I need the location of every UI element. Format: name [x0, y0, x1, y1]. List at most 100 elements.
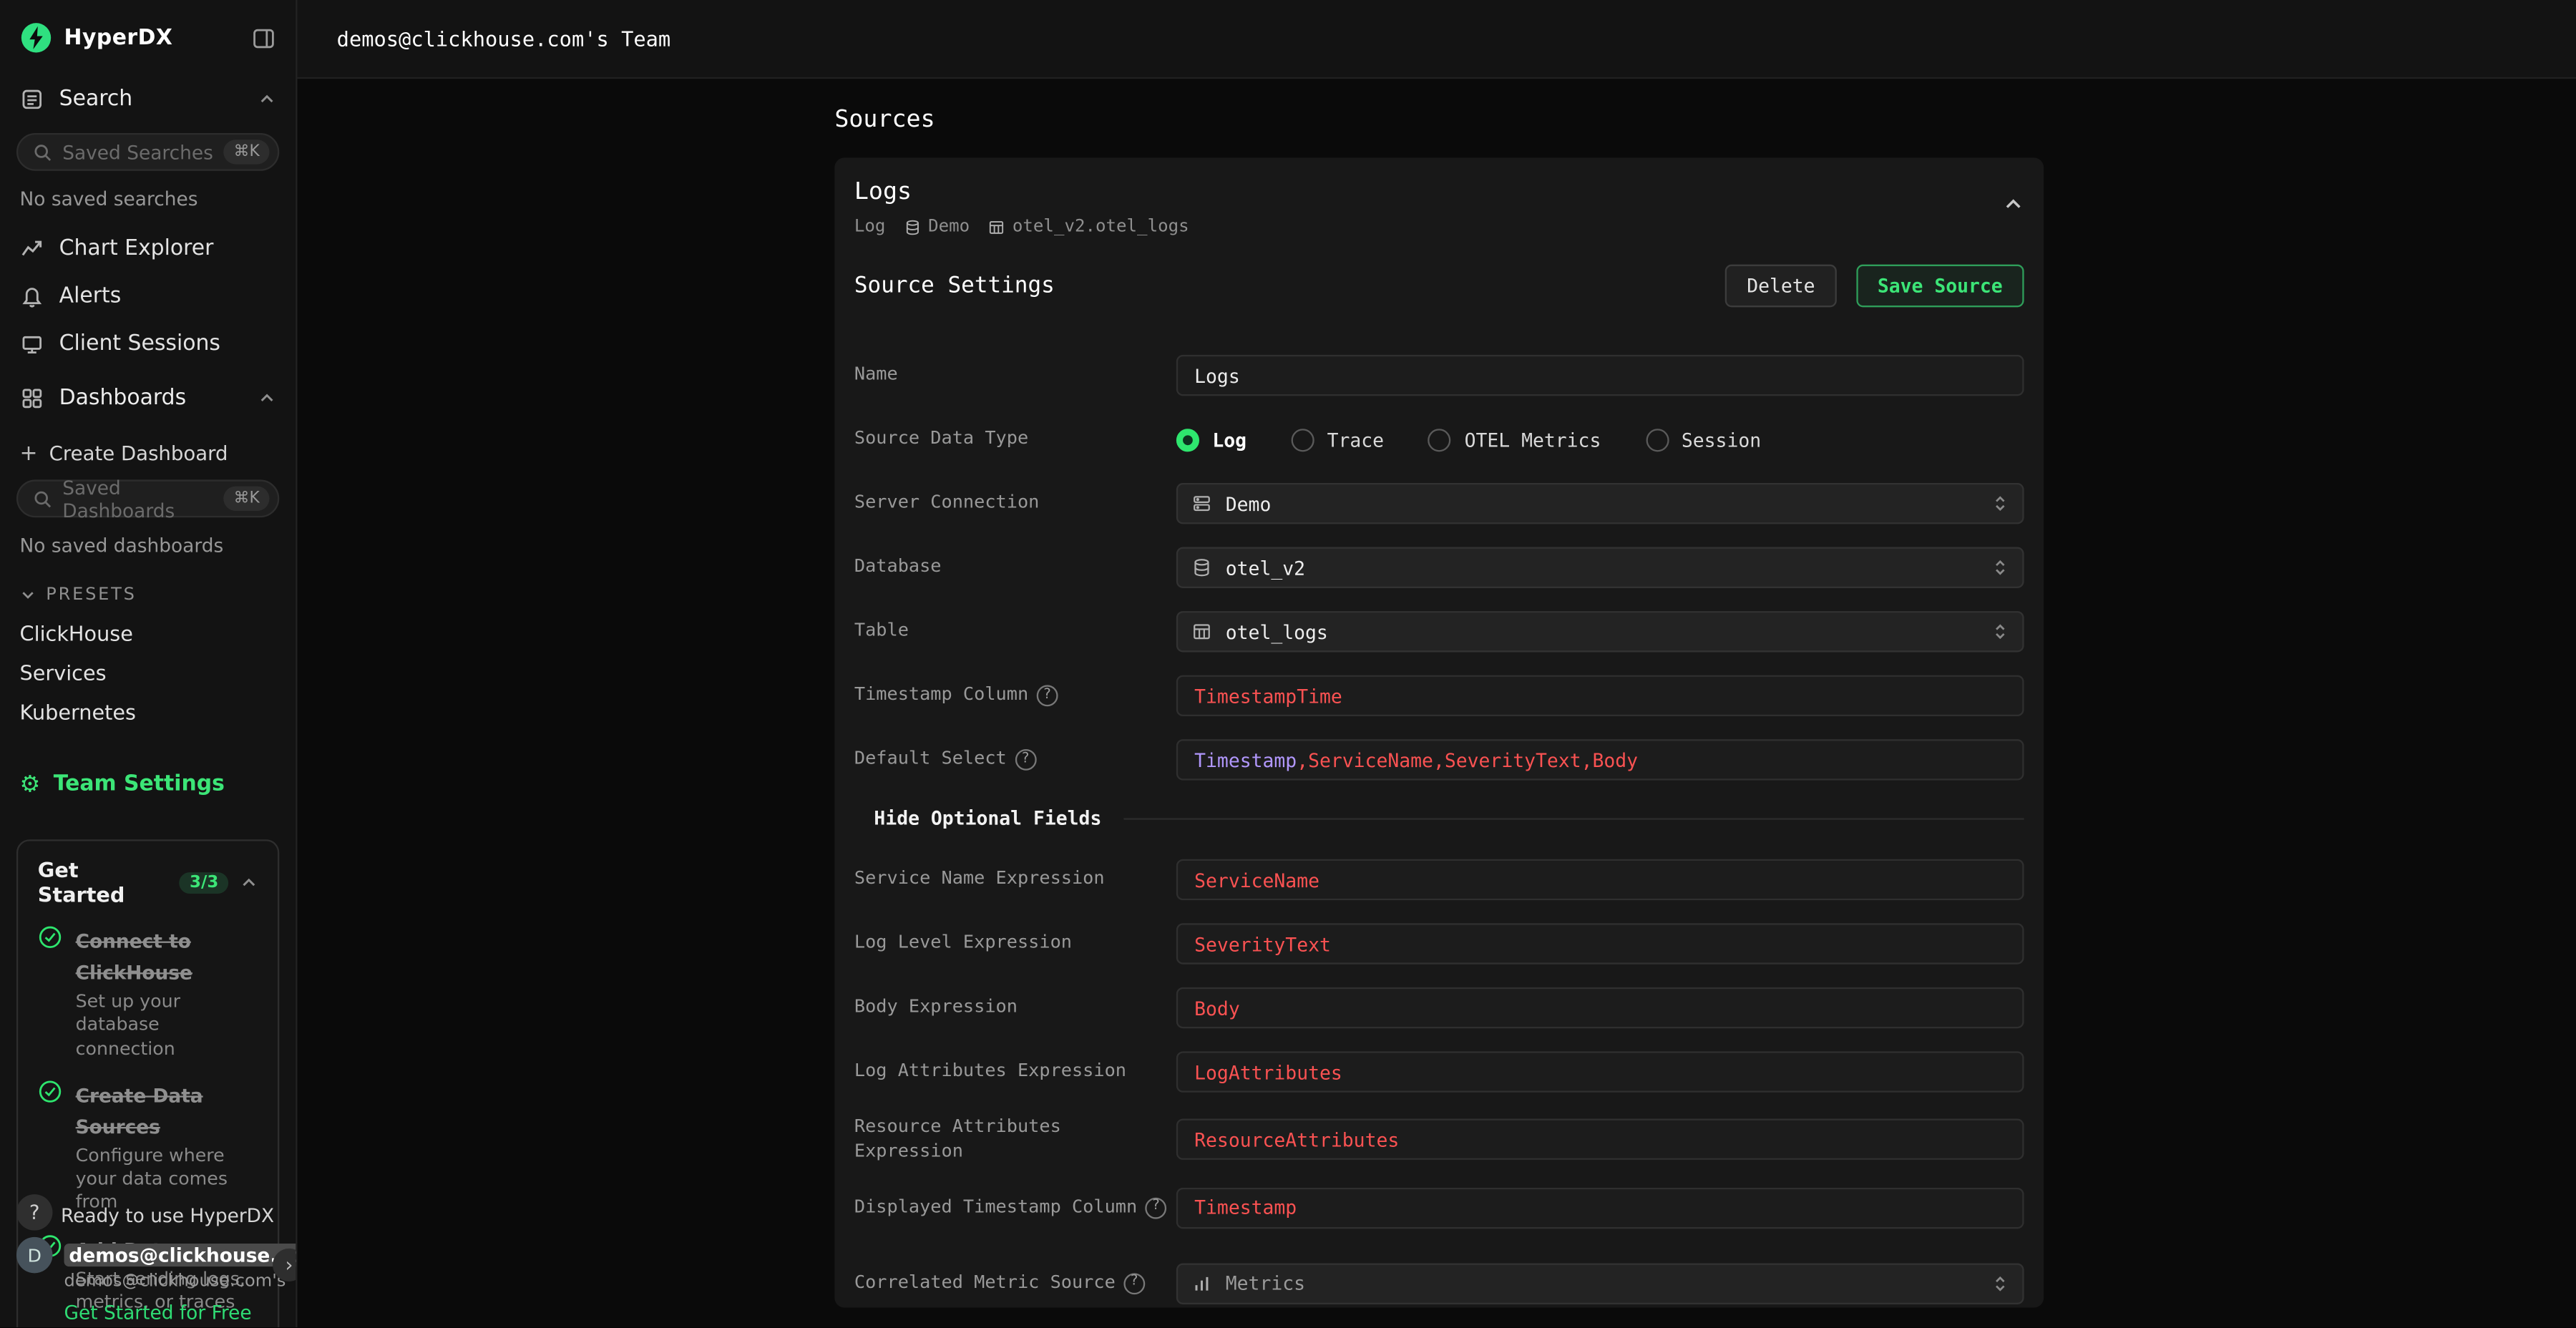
avatar[interactable]: D: [16, 1238, 53, 1274]
body-expression-input[interactable]: Body: [1176, 987, 2024, 1028]
service-name-expression-input[interactable]: ServiceName: [1176, 859, 2024, 900]
form-row-database: Database otel_v2: [834, 547, 2044, 588]
user-menu[interactable]: D demos@clickhouse.com demos@clickhouse.…: [0, 1233, 296, 1292]
radio-otel-metrics[interactable]: OTEL Metrics: [1428, 428, 1601, 451]
team-title: demos@clickhouse.com's Team: [337, 26, 671, 51]
sidebar-item-chart-explorer[interactable]: Chart Explorer: [0, 225, 296, 273]
sidebar-top: HyperDX: [0, 0, 296, 69]
sidebar-item-label: Alerts: [59, 284, 122, 308]
get-started-header[interactable]: Get Started 3/3: [38, 857, 258, 907]
get-started-title: Get Started: [38, 857, 168, 907]
form-row-log-level: Log Level Expression SeverityText: [834, 923, 2044, 964]
create-dashboard-button[interactable]: + Create Dashboard: [0, 429, 296, 477]
help-icon[interactable]: ?: [1015, 749, 1036, 771]
log-attributes-expression-label: Log Attributes Expression: [854, 1060, 1126, 1084]
step-title: Connect to ClickHouse: [76, 929, 192, 984]
select-chevrons-icon: [1991, 621, 2009, 643]
help-row: ? Ready to use HyperDX: [0, 1191, 296, 1232]
radio-log[interactable]: Log: [1176, 428, 1246, 451]
form-row-timestamp-column: Timestamp Column ? TimestampTime: [834, 675, 2044, 716]
help-icon[interactable]: ?: [1123, 1273, 1145, 1294]
help-icon[interactable]: ?: [1037, 685, 1058, 706]
source-card-header: Logs Log Demo: [834, 157, 2044, 236]
table-badge: otel_v2.otel_logs: [987, 217, 1189, 237]
preset-item-clickhouse[interactable]: ClickHouse: [0, 612, 296, 652]
server-icon: [1191, 493, 1213, 514]
sidebar-item-team-settings[interactable]: ⚙ Team Settings: [0, 757, 296, 811]
sidebar: HyperDX Search Saved Searches ⌘K No save…: [0, 0, 298, 1328]
sidebar-item-alerts[interactable]: Alerts: [0, 273, 296, 321]
ready-text: Ready to use HyperDX: [61, 1205, 274, 1231]
select-chevrons-icon: [1991, 557, 2009, 578]
table-select[interactable]: otel_logs: [1176, 611, 2024, 652]
gear-icon: ⚙: [20, 773, 41, 796]
preset-item-services[interactable]: Services: [0, 652, 296, 691]
user-email: demos@clickhouse.com: [64, 1244, 298, 1267]
radio-dot: [1291, 428, 1314, 451]
saved-searches-placeholder: Saved Searches: [62, 140, 214, 163]
presets-toggle[interactable]: PRESETS: [0, 572, 296, 612]
displayed-timestamp-column-input[interactable]: Timestamp: [1176, 1187, 2024, 1228]
main-area: demos@clickhouse.com's Team Sources Logs…: [298, 0, 2576, 1328]
chevron-up-icon[interactable]: [240, 873, 258, 891]
default-select-input[interactable]: Timestamp,ServiceName,SeverityText,Body: [1176, 739, 2024, 780]
sidebar-item-client-sessions[interactable]: Client Sessions: [0, 321, 296, 368]
chevron-up-icon[interactable]: [258, 90, 275, 108]
saved-dashboards-input[interactable]: Saved Dashboards ⌘K: [16, 479, 279, 517]
delete-button[interactable]: Delete: [1725, 265, 1836, 308]
form-row-log-attributes: Log Attributes Expression LogAttributes: [834, 1051, 2044, 1092]
resource-attributes-expression-input[interactable]: ResourceAttributes: [1176, 1119, 2024, 1160]
table-icon: [1191, 621, 1213, 643]
create-dashboard-label: Create Dashboard: [49, 442, 228, 465]
form-row-displayed-timestamp: Displayed Timestamp Column ? Timestamp: [834, 1187, 2044, 1228]
name-input[interactable]: Logs: [1176, 355, 2024, 396]
collapse-source-icon[interactable]: [2003, 194, 2024, 215]
hide-optional-fields-toggle[interactable]: Hide Optional Fields: [874, 806, 1101, 829]
source-settings-title: Source Settings: [854, 273, 1055, 299]
source-card: Logs Log Demo: [834, 157, 2044, 1307]
get-started-free-link[interactable]: Get Started for Free: [0, 1292, 296, 1324]
topbar: demos@clickhouse.com's Team: [298, 0, 2576, 79]
radio-trace[interactable]: Trace: [1291, 428, 1384, 451]
magnifier-icon: [33, 142, 53, 162]
select-chevrons-icon: [1991, 493, 2009, 514]
get-started-step-connect[interactable]: Connect to ClickHouse Set up your databa…: [38, 923, 258, 1061]
magnifier-icon: [33, 489, 53, 509]
help-button[interactable]: ?: [16, 1195, 53, 1231]
log-attributes-expression-input[interactable]: LogAttributes: [1176, 1051, 2024, 1092]
displayed-timestamp-column-label: Displayed Timestamp Column: [854, 1196, 1137, 1220]
source-settings-row: Source Settings Delete Save Source: [834, 237, 2044, 332]
dashboards-section-label: Dashboards: [59, 386, 187, 411]
chevron-up-icon[interactable]: [258, 389, 275, 407]
saved-searches-input[interactable]: Saved Searches ⌘K: [16, 133, 279, 171]
sidebar-section-search[interactable]: Search: [0, 69, 296, 130]
radio-dot: [1428, 428, 1451, 451]
database-icon: [1191, 557, 1213, 578]
form-row-name: Name Logs: [834, 355, 2044, 396]
form-row-body-expression: Body Expression Body: [834, 987, 2044, 1028]
form-row-service-name: Service Name Expression ServiceName: [834, 859, 2044, 900]
table-icon: [987, 218, 1005, 235]
metrics-chart-icon: [1191, 1273, 1213, 1294]
preset-item-kubernetes[interactable]: Kubernetes: [0, 692, 296, 731]
log-level-expression-input[interactable]: SeverityText: [1176, 923, 2024, 964]
sidebar-collapse-icon[interactable]: [251, 26, 275, 50]
step-description: Set up your database connection: [76, 990, 258, 1060]
default-select-label: Default Select: [854, 748, 1007, 772]
source-data-type-label: Source Data Type: [854, 427, 1028, 451]
sidebar-section-dashboards[interactable]: Dashboards: [0, 368, 296, 429]
radio-session[interactable]: Session: [1645, 428, 1761, 451]
source-type-badge: Log: [854, 217, 886, 237]
save-source-button[interactable]: Save Source: [1856, 265, 2024, 308]
content-column: Sources Logs Log Demo: [834, 79, 2044, 1307]
help-icon[interactable]: ?: [1146, 1197, 1167, 1219]
correlated-metric-source-select[interactable]: Metrics: [1176, 1263, 2024, 1304]
check-circle-icon: [38, 925, 62, 949]
source-data-type-radios: Log Trace OTEL Metrics: [1176, 419, 2024, 459]
database-select[interactable]: otel_v2: [1176, 547, 2024, 588]
body-expression-label: Body Expression: [854, 996, 1018, 1020]
timestamp-column-input[interactable]: TimestampTime: [1176, 675, 2024, 716]
dashboards-icon: [20, 386, 44, 411]
source-meta: Log Demo: [854, 217, 1189, 237]
server-connection-select[interactable]: Demo: [1176, 483, 2024, 524]
